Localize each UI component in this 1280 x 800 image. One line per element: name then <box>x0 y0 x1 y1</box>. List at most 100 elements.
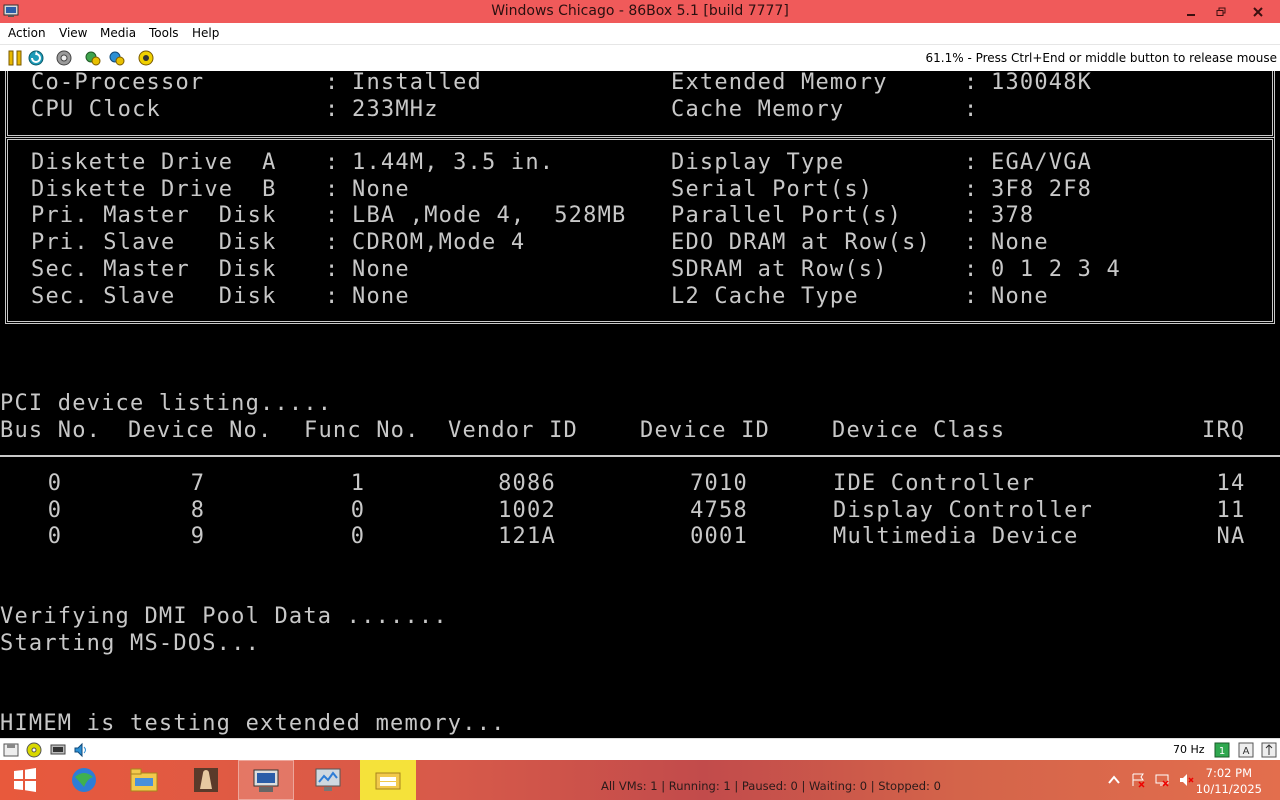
pci-bus: 0 <box>47 497 63 523</box>
settings-icon[interactable] <box>84 49 102 67</box>
pci-irq: 14 <box>1216 471 1246 496</box>
bios-left-value: LBA ,Mode 4, 528MB <box>352 203 627 229</box>
emulated-screen[interactable]: Co-Processor: Installed Extended Memory:13… <box>0 71 1280 738</box>
bios-right-value: 3F8 2F8 <box>991 176 1093 202</box>
menu-tools[interactable]: Tools <box>149 26 179 40</box>
browser-icon[interactable] <box>56 760 112 800</box>
pci-device-no: 9 <box>190 524 206 550</box>
close-icon[interactable] <box>1236 0 1280 23</box>
game-icon[interactable] <box>178 760 234 800</box>
pause-icon[interactable] <box>6 49 24 67</box>
bios-right-separator: : <box>964 203 979 229</box>
pci-vendor-id: 8086 <box>498 471 556 496</box>
bios-right-value: 378 <box>991 203 1035 229</box>
bios-right-value: 0 1 2 3 4 <box>991 256 1122 282</box>
bios-right-label: Parallel Port(s) <box>671 203 903 229</box>
menu-media[interactable]: Media <box>100 26 136 40</box>
bios-right-value: None <box>991 230 1049 256</box>
bios-left-separator: : <box>325 176 340 202</box>
network-icon[interactable] <box>50 742 66 758</box>
ctrl-alt-del-icon[interactable] <box>55 49 73 67</box>
pci-header-device: Device No. <box>128 418 273 443</box>
pci-header-irq: IRQ <box>1202 418 1246 443</box>
bios-right-label: Cache Memory <box>671 96 845 122</box>
pci-device-id: 0001 <box>690 524 748 550</box>
pci-irq: NA <box>1216 524 1246 550</box>
pci-device-class: Multimedia Device <box>833 524 1079 550</box>
num-lock-icon: 1 <box>1214 742 1230 758</box>
pci-bus: 0 <box>47 524 63 550</box>
screenshot-icon[interactable] <box>108 49 126 67</box>
window-title: Windows Chicago - 86Box 5.1 [build 7777] <box>491 3 789 19</box>
bios-left-separator: : <box>325 283 340 309</box>
bios-left-value: None <box>352 176 410 202</box>
sound-icon[interactable] <box>73 742 89 758</box>
menu-view[interactable]: View <box>59 26 87 40</box>
bios-right-label: Serial Port(s) <box>671 176 874 202</box>
pci-device-id: 7010 <box>690 471 748 496</box>
volume-icon[interactable] <box>1178 772 1194 788</box>
clock-time: 7:02 PM <box>1205 766 1253 780</box>
pci-header-device-id: Device ID <box>640 418 771 443</box>
manager-icon[interactable] <box>137 49 155 67</box>
start-icon[interactable] <box>0 760 50 800</box>
bios-right-separator: : <box>964 230 979 256</box>
caps-lock-icon: A <box>1238 742 1254 758</box>
reset-icon[interactable] <box>27 49 45 67</box>
pci-divider <box>0 455 1280 457</box>
restore-icon[interactable] <box>1206 0 1236 23</box>
bios-right-separator: : <box>964 150 979 175</box>
bios-left-label: Diskette Drive B <box>31 176 277 202</box>
bios-left-value: None <box>352 256 410 282</box>
pci-vendor-id: 121A <box>498 524 556 550</box>
pci-func-no: 0 <box>350 524 366 550</box>
bios-right-separator: : <box>964 96 979 122</box>
pci-device-no: 7 <box>190 471 206 496</box>
file-explorer-icon[interactable] <box>116 760 172 800</box>
floppy-icon[interactable] <box>3 742 19 758</box>
bios-right-separator: : <box>964 283 979 309</box>
pci-func-no: 1 <box>350 471 366 496</box>
mouse-capture-status: 61.1% - Press Ctrl+End or middle button … <box>925 51 1277 65</box>
pci-func-no: 0 <box>350 497 366 523</box>
bios-left-label: Diskette Drive A <box>31 150 277 175</box>
minimize-icon[interactable] <box>1176 0 1206 23</box>
pci-irq: 11 <box>1216 497 1246 523</box>
menu-action[interactable]: Action <box>8 26 46 40</box>
title-bar: Windows Chicago - 86Box 5.1 [build 7777] <box>0 0 1280 23</box>
pci-device-id: 4758 <box>690 497 748 523</box>
menu-help[interactable]: Help <box>192 26 219 40</box>
bios-right-value: 130048K <box>991 71 1093 95</box>
bios-left-label: Co-Processor <box>31 71 205 95</box>
clock-date: 10/11/2025 <box>1195 782 1262 796</box>
tray-up-arrow-icon[interactable] <box>1106 772 1122 788</box>
bios-left-separator: : <box>325 71 340 95</box>
bios-left-value: Installed <box>352 71 483 95</box>
flag-icon[interactable] <box>1130 772 1146 788</box>
bios-right-separator: : <box>964 256 979 282</box>
bios-left-separator: : <box>325 203 340 229</box>
folder-icon[interactable] <box>360 760 416 800</box>
bios-left-value: 233MHz <box>352 96 439 122</box>
monitor-icon[interactable] <box>300 760 356 800</box>
pci-bus: 0 <box>47 471 63 496</box>
bios-right-value: None <box>991 283 1049 309</box>
taskbar: All VMs: 1 | Running: 1 | Paused: 0 | Wa… <box>0 760 1280 800</box>
bios-left-label: Sec. Slave Disk <box>31 283 277 309</box>
pci-header-row: Bus No. Device No. Func No. Vendor ID De… <box>0 417 1244 444</box>
bios-right-separator: : <box>964 71 979 95</box>
bios-left-label: Pri. Master Disk <box>31 203 277 229</box>
toolbar: 61.1% - Press Ctrl+End or middle button … <box>0 44 1280 71</box>
pci-title: PCI device listing..... <box>0 391 333 416</box>
86box-icon[interactable] <box>238 760 294 800</box>
bios-left-value: 1.44M, 3.5 in. <box>352 150 555 175</box>
cdrom-icon[interactable] <box>26 742 42 758</box>
message-msdos: Starting MS-DOS... <box>0 631 261 656</box>
network-tray-icon[interactable] <box>1154 772 1170 788</box>
taskbar-clock[interactable]: 7:02 PM 10/11/2025 <box>1196 765 1262 797</box>
bios-right-label: Display Type <box>671 150 845 175</box>
bios-right-label: EDO DRAM at Row(s) <box>671 230 932 256</box>
bios-left-label: CPU Clock <box>31 96 162 122</box>
refresh-rate: 70 Hz <box>1173 743 1205 756</box>
status-bar: 70 Hz 1 A <box>0 738 1280 760</box>
